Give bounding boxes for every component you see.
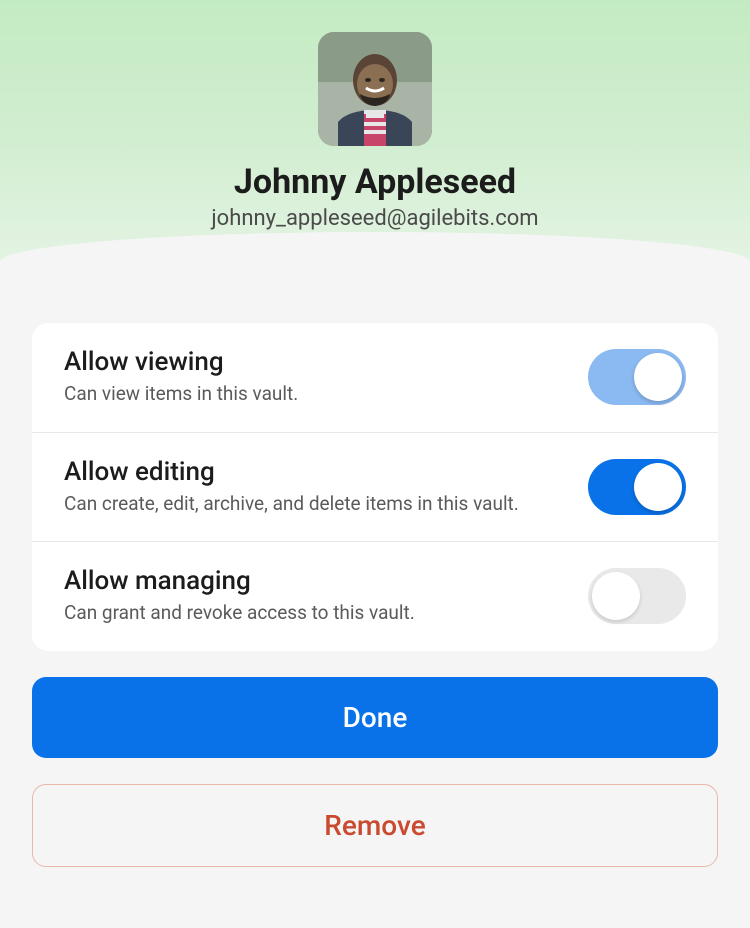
permission-editing: Allow editing Can create, edit, archive,… <box>32 433 718 543</box>
permissions-card: Allow viewing Can view items in this vau… <box>32 323 718 651</box>
user-email: johnny_appleseed@agilebits.com <box>0 206 750 231</box>
user-header: Johnny Appleseed johnny_appleseed@agileb… <box>0 0 750 291</box>
permission-description: Can view items in this vault. <box>64 381 568 408</box>
permission-managing: Allow managing Can grant and revoke acce… <box>32 542 718 651</box>
toggle-knob <box>634 463 682 511</box>
toggle-knob <box>634 353 682 401</box>
remove-button[interactable]: Remove <box>32 784 718 867</box>
user-name: Johnny Appleseed <box>0 162 750 202</box>
permission-description: Can create, edit, archive, and delete it… <box>64 491 568 518</box>
toggle-viewing[interactable] <box>588 349 686 405</box>
permission-title: Allow editing <box>64 457 568 487</box>
toggle-editing[interactable] <box>588 459 686 515</box>
toggle-knob <box>592 572 640 620</box>
permission-text: Allow managing Can grant and revoke acce… <box>64 566 588 627</box>
avatar <box>318 32 432 146</box>
permission-text: Allow viewing Can view items in this vau… <box>64 347 588 408</box>
content-area: Allow viewing Can view items in this vau… <box>0 291 750 899</box>
permission-viewing: Allow viewing Can view items in this vau… <box>32 323 718 433</box>
done-button[interactable]: Done <box>32 677 718 758</box>
permission-text: Allow editing Can create, edit, archive,… <box>64 457 588 518</box>
permission-description: Can grant and revoke access to this vaul… <box>64 600 568 627</box>
permission-title: Allow viewing <box>64 347 568 377</box>
toggle-managing[interactable] <box>588 568 686 624</box>
permission-title: Allow managing <box>64 566 568 596</box>
